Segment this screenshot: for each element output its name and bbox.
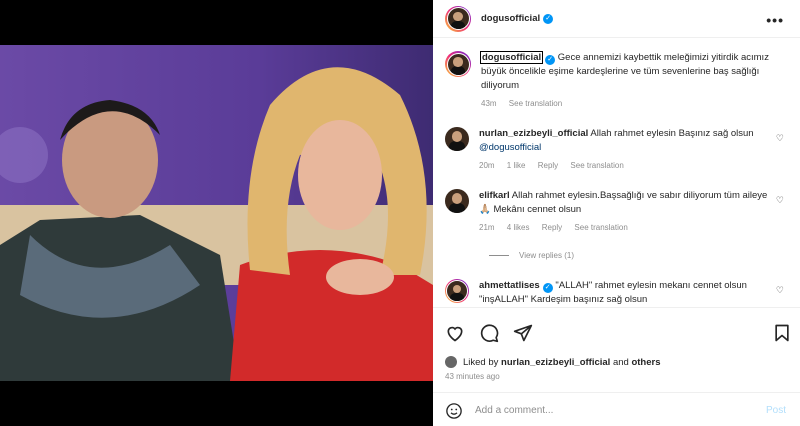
replies-line bbox=[489, 255, 509, 256]
caption-time: 43m bbox=[481, 99, 497, 108]
comment-text: Allah rahmet eylesin Başınız sağ olsun bbox=[590, 128, 754, 139]
comment-see-translation[interactable]: See translation bbox=[570, 161, 623, 170]
commenter-avatar[interactable] bbox=[445, 279, 469, 303]
comment-reply-button[interactable]: Reply bbox=[542, 223, 562, 232]
liked-by-line: Liked by nurlan_ezizbeyli_official and o… bbox=[445, 356, 661, 368]
verified-badge-icon: ✓ bbox=[543, 13, 554, 24]
caption-body: dogusofficial ✓ Gece annemizi kaybettik m… bbox=[479, 51, 781, 111]
commenter-avatar[interactable] bbox=[445, 127, 469, 151]
comment-meta: 20m 1 like Reply See translation bbox=[479, 159, 779, 173]
comment-emoji: 🙏🏼 bbox=[479, 204, 491, 215]
comments-thread[interactable]: dogusofficial ✓ Gece annemizi kaybettik m… bbox=[433, 39, 800, 307]
comment-text: Allah rahmet eylesin.Başsağlığı ve sabır… bbox=[511, 190, 768, 201]
save-bookmark-button[interactable] bbox=[772, 323, 792, 345]
caption: dogusofficial ✓ Gece annemizi kaybettik m… bbox=[445, 51, 788, 111]
verified-badge-icon: ✓ bbox=[545, 55, 556, 65]
verified-badge-icon: ✓ bbox=[542, 283, 553, 293]
post-timestamp[interactable]: 43 minutes ago bbox=[445, 372, 500, 381]
post-media bbox=[0, 0, 433, 426]
liked-by-user-link[interactable]: nurlan_ezizbeyli_official bbox=[501, 357, 610, 368]
comment-mention-link[interactable]: @dogusofficial bbox=[479, 142, 541, 153]
share-paper-plane-icon[interactable] bbox=[513, 323, 533, 343]
comment-body: nurlan_ezizbeyli_official Allah rahmet e… bbox=[479, 127, 779, 173]
comment-body: elifkarl Allah rahmet eylesin.Başsağlığı… bbox=[479, 189, 779, 235]
comment-like-heart-icon[interactable]: ♡ bbox=[776, 133, 784, 144]
like-heart-icon[interactable] bbox=[445, 323, 465, 343]
author-username[interactable]: dogusofficial bbox=[481, 13, 540, 24]
emoji-smiley-icon[interactable] bbox=[445, 402, 463, 420]
post-photo[interactable] bbox=[0, 45, 433, 381]
comment-likes[interactable]: 1 like bbox=[507, 161, 526, 170]
more-options-icon[interactable]: ••• bbox=[766, 12, 784, 28]
comment-time: 20m bbox=[479, 161, 495, 170]
caption-meta: 43m See translation bbox=[481, 97, 781, 111]
photo-illustration bbox=[0, 45, 433, 381]
action-icons bbox=[445, 323, 533, 343]
comment-meta: 21m 4 likes Reply See translation bbox=[479, 221, 779, 235]
bookmark-icon bbox=[775, 324, 789, 342]
view-replies-label: View replies (1) bbox=[519, 251, 574, 260]
liked-by-prefix: Liked by bbox=[463, 356, 499, 368]
comment-like-heart-icon[interactable]: ♡ bbox=[776, 195, 784, 206]
comment-reply-button[interactable]: Reply bbox=[538, 161, 558, 170]
caption-username[interactable]: dogusofficial bbox=[479, 51, 544, 64]
comment-username[interactable]: ahmettatlises bbox=[479, 280, 540, 291]
comment-bubble-icon[interactable] bbox=[479, 323, 499, 343]
comment-username[interactable]: nurlan_ezizbeyli_official bbox=[479, 128, 588, 139]
comment-username[interactable]: elifkarl bbox=[479, 190, 510, 201]
author-avatar[interactable] bbox=[445, 5, 471, 32]
comment-body: ahmettatlises ✓ "ALLAH" rahmet eylesin me… bbox=[479, 279, 779, 307]
liked-by-and: and bbox=[612, 356, 629, 368]
caption-see-translation[interactable]: See translation bbox=[509, 99, 562, 108]
comment-see-translation[interactable]: See translation bbox=[574, 223, 627, 232]
comment-item: nurlan_ezizbeyli_official Allah rahmet e… bbox=[445, 127, 788, 173]
instagram-post-modal: dogusofficial ✓ ••• dogusofficial ✓ Gece … bbox=[0, 0, 800, 426]
add-comment-bar: Add a comment... Post bbox=[433, 392, 800, 426]
comment-item: ahmettatlises ✓ "ALLAH" rahmet eylesin me… bbox=[445, 279, 788, 307]
add-comment-input[interactable]: Add a comment... bbox=[475, 405, 766, 416]
commenter-avatar[interactable] bbox=[445, 189, 469, 213]
view-replies-button[interactable]: View replies (1) bbox=[489, 251, 574, 260]
post-comment-button[interactable]: Post bbox=[766, 405, 786, 416]
liker-avatar[interactable] bbox=[445, 356, 457, 368]
comment-time: 21m bbox=[479, 223, 495, 232]
comment-item: elifkarl Allah rahmet eylesin.Başsağlığı… bbox=[445, 189, 788, 235]
caption-avatar[interactable] bbox=[445, 51, 471, 77]
post-side-panel: dogusofficial ✓ ••• dogusofficial ✓ Gece … bbox=[433, 0, 800, 426]
comment-likes[interactable]: 4 likes bbox=[507, 223, 530, 232]
comment-like-heart-icon[interactable]: ♡ bbox=[776, 285, 784, 296]
post-header: dogusofficial ✓ ••• bbox=[433, 0, 800, 38]
liked-by-others-link[interactable]: others bbox=[631, 357, 660, 368]
comment-text-continued: Mekânı cennet olsun bbox=[493, 204, 582, 215]
post-actions: Liked by nurlan_ezizbeyli_official and o… bbox=[433, 307, 800, 426]
